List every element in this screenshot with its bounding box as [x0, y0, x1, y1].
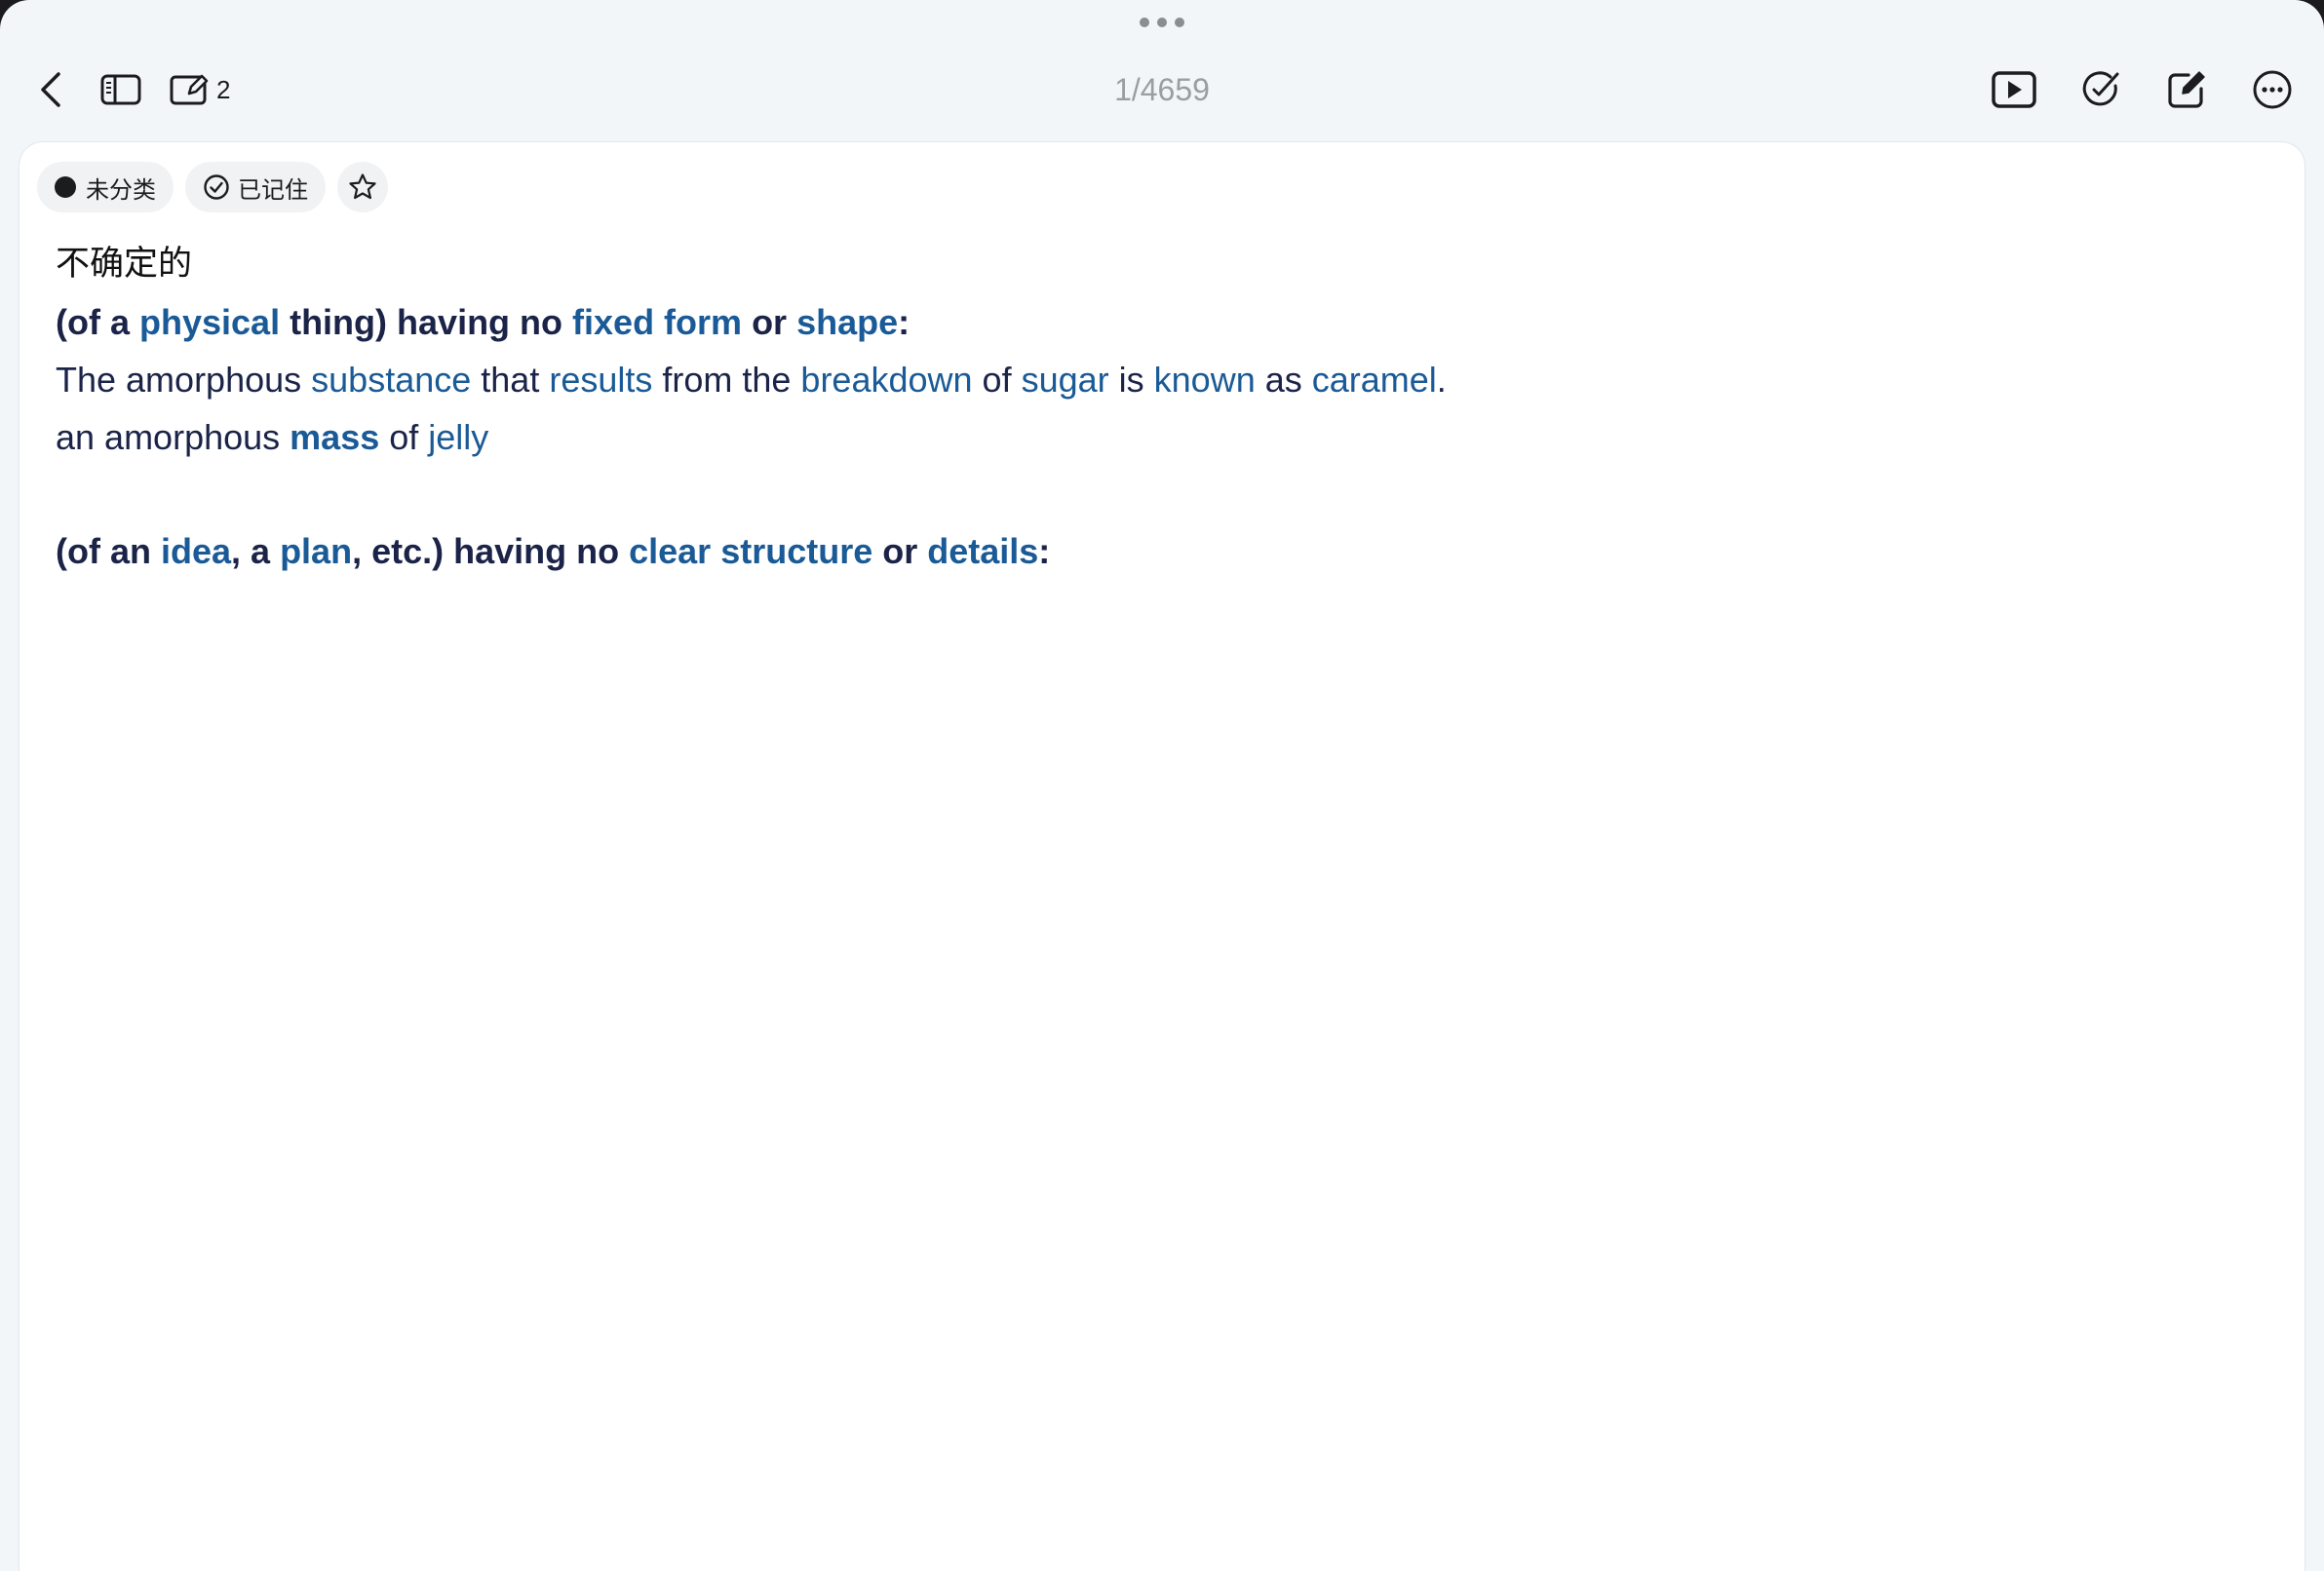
ex1-text: from the: [652, 360, 801, 400]
ex1-text: as: [1255, 360, 1312, 400]
word-link[interactable]: results: [549, 360, 652, 400]
word-card: 未分类 已记住 不确定的 (of a physical thing) havin…: [19, 142, 2305, 1571]
favorite-button[interactable]: [337, 162, 388, 212]
word-link[interactable]: breakdown: [800, 360, 972, 400]
check-pen-icon: [2082, 71, 2119, 106]
example-1: The amorphous substance that results fro…: [56, 351, 2278, 408]
window-grabber[interactable]: [1140, 18, 1184, 27]
tag-row: 未分类 已记住: [37, 162, 388, 212]
word-link[interactable]: fixed form: [572, 302, 742, 342]
play-icon: [1992, 71, 2036, 108]
def2-text: , etc.) having no: [352, 531, 630, 571]
word-link[interactable]: known: [1154, 360, 1256, 400]
back-button[interactable]: [31, 58, 70, 121]
def1-text: or: [742, 302, 797, 342]
def2-text: :: [1038, 531, 1051, 571]
app-window: 2 1/4659 未分类 已记住 不确定的 (of a physical thi…: [0, 0, 2324, 1571]
compose-icon: [2168, 71, 2205, 108]
chevron-left-icon: [41, 72, 60, 107]
edit-count-label: 2: [216, 74, 231, 104]
ex2-text: of: [379, 417, 429, 457]
def1-text: :: [898, 302, 910, 342]
word-link[interactable]: idea: [161, 531, 231, 571]
page-counter: 1/4659: [1114, 72, 1210, 107]
sidebar-icon: [100, 74, 141, 105]
word-link[interactable]: physical: [139, 302, 280, 342]
ex1-text: of: [972, 360, 1022, 400]
def2-text: , a: [231, 531, 281, 571]
ex1-text: that: [471, 360, 550, 400]
word-link[interactable]: mass: [290, 417, 379, 457]
check-circle-icon: [204, 174, 229, 200]
more-button[interactable]: [2252, 58, 2293, 121]
ex1-text: The amorphous: [56, 360, 312, 400]
translation: 不确定的: [56, 245, 193, 284]
category-dot-icon: [55, 176, 76, 198]
edit-count-button[interactable]: 2: [170, 58, 240, 121]
word-link[interactable]: shape: [796, 302, 898, 342]
toolbar: 2 1/4659: [0, 58, 2324, 121]
ex1-text: .: [1436, 360, 1447, 400]
definition-1: (of a physical thing) having no fixed fo…: [56, 293, 2278, 351]
word-link[interactable]: details: [927, 531, 1038, 571]
memorized-label: 已记住: [238, 176, 308, 204]
play-button[interactable]: [1991, 58, 2037, 121]
word-link[interactable]: plan: [280, 531, 352, 571]
def1-text: thing) having no: [280, 302, 573, 342]
card-content: 不确定的 (of a physical thing) having no fix…: [56, 236, 2278, 580]
more-icon: [2253, 70, 2292, 109]
definition-2: (of an idea, a plan, etc.) having no cle…: [56, 522, 2278, 580]
word-link[interactable]: sugar: [1022, 360, 1109, 400]
category-label: 未分类: [86, 176, 156, 204]
def2-text: or: [872, 531, 928, 571]
word-link[interactable]: jelly: [428, 417, 488, 457]
memorized-tag[interactable]: 已记住: [185, 162, 326, 212]
word-link[interactable]: caramel: [1312, 360, 1437, 400]
mark-button[interactable]: [2080, 58, 2121, 121]
word-link[interactable]: clear structure: [629, 531, 872, 571]
ex1-text: is: [1108, 360, 1154, 400]
category-tag[interactable]: 未分类: [37, 162, 174, 212]
word-link[interactable]: substance: [311, 360, 471, 400]
example-2: an amorphous mass of jelly: [56, 408, 2278, 466]
compose-button[interactable]: [2166, 58, 2209, 121]
sidebar-toggle-button[interactable]: [99, 58, 142, 121]
star-icon: [349, 173, 376, 200]
def2-text: (of an: [56, 531, 161, 571]
edit-card-icon: [170, 74, 209, 105]
ex2-text: an amorphous: [56, 417, 290, 457]
def1-text: (of a: [56, 302, 139, 342]
